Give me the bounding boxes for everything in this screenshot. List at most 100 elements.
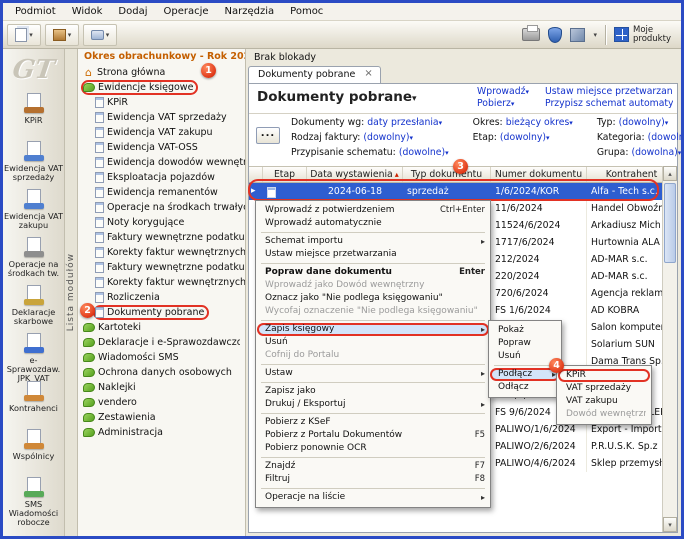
module-list-strip[interactable]: Lista modułów [65, 49, 78, 536]
tree-item-deklaracje-i-e-sprawozdawczość[interactable]: Deklaracje i e-Sprawozdawczość [81, 335, 245, 350]
tree-item-ewidencja-vat-sprzedaży[interactable]: Ewidencja VAT sprzedaży [93, 110, 232, 125]
module-item-e-sprawozdaw-jpk-vat[interactable]: e-Sprawozdaw. JPK_VAT [3, 331, 64, 379]
submenu-item-pokaż[interactable]: Pokaż [490, 324, 560, 337]
package-icon[interactable] [570, 28, 585, 42]
tree-item-zestawienia[interactable]: Zestawienia [81, 410, 161, 425]
tree-item-eksploatacja-pojazdów[interactable]: Eksploatacja pojazdów [93, 170, 220, 185]
tree-item-faktury-wewnętrzne-podatku-nale[interactable]: Faktury wewnętrzne podatku nale [93, 230, 246, 245]
toolbar-button-ledger[interactable] [45, 24, 79, 46]
scrollbar-thumb[interactable] [664, 183, 676, 263]
close-icon[interactable]: × [364, 69, 372, 79]
menu-item-zapisz-jako[interactable]: Zapisz jako [257, 385, 489, 398]
menu-item-zapis-księgowy[interactable]: Zapis księgowy [257, 323, 489, 336]
column-header-numer-dokumentu[interactable]: Numer dokumentu [491, 167, 587, 182]
tree-item-vendero[interactable]: vendero [81, 395, 142, 410]
tree-item-ewidencja-vat-zakupu[interactable]: Ewidencja VAT zakupu [93, 125, 218, 140]
accounting-period-selector[interactable]: Okres obrachunkowy - Rok 2024 [78, 49, 245, 65]
filter-typ[interactable]: (dowolny) [619, 117, 665, 128]
chevron-down-icon [445, 147, 449, 158]
menu-item-ustaw-miejsce-przetwarzania[interactable]: Ustaw miejsce przetwarzania [257, 248, 489, 261]
module-item-kontrahenci[interactable]: Kontrahenci [3, 379, 64, 427]
shield-icon[interactable] [548, 27, 562, 43]
tree-item-ewidencja-dowodów-wewnętrznych[interactable]: Ewidencja dowodów wewnętrznych [93, 155, 246, 170]
menu-item-schemat-importu[interactable]: Schemat importu [257, 235, 489, 248]
menubar-item-pomoc[interactable]: Pomoc [282, 4, 331, 19]
ustaw-miejsce-link[interactable]: Ustaw miejsce przetwarzania [545, 86, 673, 97]
menubar-item-podmiot[interactable]: Podmiot [7, 4, 64, 19]
scroll-up-button[interactable] [663, 166, 677, 181]
table-row-1[interactable]: 2024-06-18sprzedaż1/6/2024/KORAlfa - Tec… [249, 183, 677, 200]
menu-item-oznacz-jako-nie-podlega-księgowaniu[interactable]: Oznacz jako "Nie podlega księgowaniu" [257, 292, 489, 305]
filter-rodzaj-faktury[interactable]: (dowolny) [363, 132, 409, 143]
menu-item-operacje-na-liście[interactable]: Operacje na liście [257, 491, 489, 504]
tree-item-ewidencje-księgowe[interactable]: Ewidencje księgowe [81, 80, 198, 95]
menu-item-wprowadź-automatycznie[interactable]: Wprowadź automatycznie [257, 217, 489, 230]
menubar-item-narzędzia[interactable]: Narzędzia [217, 4, 283, 19]
filter-okres[interactable]: bieżący okres [506, 117, 570, 128]
filter-kategoria[interactable]: (dowolna) [648, 132, 684, 143]
filter-etap[interactable]: (dowolny) [500, 132, 546, 143]
module-item-wspólnicy[interactable]: Wspólnicy [3, 427, 64, 475]
submenu-item-odłącz[interactable]: Odłącz [490, 381, 560, 394]
menu-item-filtruj[interactable]: FiltrujF8 [257, 473, 489, 486]
przypisz-schemat-link[interactable]: Przypisz schemat automatyc [545, 98, 673, 109]
wprowadz-link[interactable]: Wprowadź [477, 86, 529, 97]
column-header-data-wystawienia[interactable]: Data wystawienia [307, 167, 403, 182]
tree-item-strona-główna[interactable]: Strona główna [81, 65, 170, 80]
tree-item-ochrona-danych-osobowych[interactable]: Ochrona danych osobowych [81, 365, 237, 380]
submenu-item-popraw[interactable]: Popraw [490, 337, 560, 350]
menu-item-ustaw[interactable]: Ustaw [257, 367, 489, 380]
menu-item-pobierz-z-portalu-dokumentów[interactable]: Pobierz z Portalu DokumentówF5 [257, 429, 489, 442]
tree-item-korekty-faktur-wewnętrznych-pod[interactable]: Korekty faktur wewnętrznych pod [93, 245, 246, 260]
tree-item-ewidencja-remanentów[interactable]: Ewidencja remanentów [93, 185, 223, 200]
tree-item-rozliczenia[interactable]: Rozliczenia [93, 290, 165, 305]
submenu2-item-vat-zakupu[interactable]: VAT zakupu [558, 395, 650, 408]
tree-item-wiadomości-sms[interactable]: Wiadomości SMS [81, 350, 184, 365]
tree-item-kartoteki[interactable]: Kartoteki [81, 320, 146, 335]
tree-item-kpir[interactable]: KPiR [93, 95, 133, 110]
column-header-etap[interactable]: Etap [263, 167, 307, 182]
tree-item-dokumenty-pobrane[interactable]: Dokumenty pobrane [93, 305, 209, 320]
submenu2-item-vat-sprzedaży[interactable]: VAT sprzedaży [558, 382, 650, 395]
module-item-deklaracje-skarbowe[interactable]: Deklaracje skarbowe [3, 283, 64, 331]
menu-item-znajdź[interactable]: ZnajdźF7 [257, 460, 489, 473]
menubar-item-operacje[interactable]: Operacje [155, 4, 216, 19]
my-products-button[interactable]: Moje produkty [614, 26, 675, 44]
tree-item-naklejki[interactable]: Naklejki [81, 380, 141, 395]
menu-item-pobierz-ponownie-ocr[interactable]: Pobierz ponownie OCR [257, 442, 489, 455]
menu-item-usuń[interactable]: Usuń [257, 336, 489, 349]
filter-dokumenty-wg[interactable]: daty przesłania [367, 117, 438, 128]
module-item-kpir[interactable]: KPiR [3, 91, 64, 139]
tree-item-noty-korygujące[interactable]: Noty korygujące [93, 215, 189, 230]
module-item-ewidencja-vat-zakupu[interactable]: Ewidencja VAT zakupu [3, 187, 64, 235]
printer-icon[interactable] [522, 28, 540, 41]
module-item-ewidencja-vat-sprzedaży[interactable]: Ewidencja VAT sprzedaży [3, 139, 64, 187]
tree-item-operacje-na-środkach-trwałych[interactable]: Operacje na środkach trwałych [93, 200, 246, 215]
menubar-item-dodaj[interactable]: Dodaj [110, 4, 155, 19]
tree-item-faktury-wewnętrzne-podatku-nali[interactable]: Faktury wewnętrzne podatku nali [93, 260, 246, 275]
module-item-sms-wiadomości-robocze[interactable]: SMS Wiadomości robocze [3, 475, 64, 523]
menu-item-pobierz-z-ksef[interactable]: Pobierz z KSeF [257, 416, 489, 429]
chevron-down-icon[interactable] [593, 29, 597, 40]
group-icon [83, 428, 95, 437]
submenu2-item-kpir[interactable]: KPiR [558, 369, 650, 382]
tab-dokumenty-pobrane[interactable]: Dokumenty pobrane × [248, 66, 381, 83]
vertical-scrollbar[interactable] [662, 166, 677, 532]
scroll-down-button[interactable] [663, 517, 677, 532]
column-header-typ-dokumentu[interactable]: Typ dokumentu [403, 167, 491, 182]
tree-item-ewidencja-vat-oss[interactable]: Ewidencja VAT-OSS [93, 140, 203, 155]
menu-item-drukuj-eksportuj[interactable]: Drukuj / Eksportuj [257, 398, 489, 411]
toolbar-button-documents[interactable] [7, 24, 41, 46]
menubar-item-widok[interactable]: Widok [64, 4, 111, 19]
filter-grupa[interactable]: (dowolna) [631, 147, 677, 158]
chevron-down-icon[interactable] [412, 93, 417, 104]
menu-item-wprowadź-z-potwierdzeniem[interactable]: Wprowadź z potwierdzeniemCtrl+Enter [257, 204, 489, 217]
pobierz-link[interactable]: Pobierz [477, 98, 529, 109]
toolbar-button-print[interactable] [83, 24, 117, 46]
module-item-operacje-na-środkach-tw[interactable]: Operacje na środkach tw. [3, 235, 64, 283]
tree-item-administracja[interactable]: Administracja [81, 425, 168, 440]
menu-item-popraw-dane-dokumentu[interactable]: Popraw dane dokumentuEnter [257, 266, 489, 279]
filter-przypisanie-schematu[interactable]: (dowolne) [399, 147, 445, 158]
more-filters-button[interactable]: ... [256, 127, 280, 144]
tree-item-korekty-faktur-wewnętrznych-po[interactable]: Korekty faktur wewnętrznych po [93, 275, 246, 290]
